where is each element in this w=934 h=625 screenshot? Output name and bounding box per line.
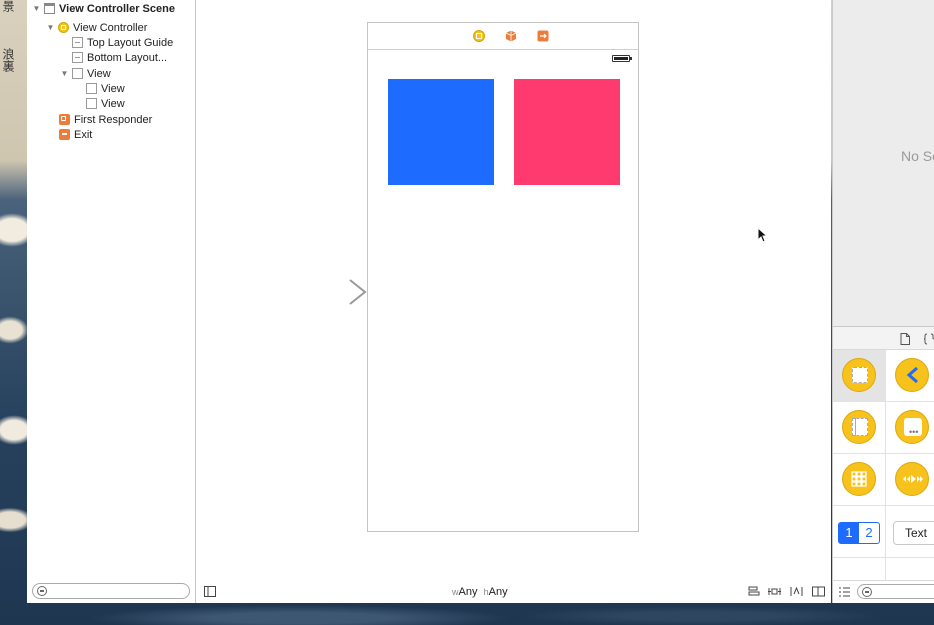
outline-label: Top Layout Guide: [87, 36, 174, 49]
toggle-outline-icon[interactable]: [204, 586, 216, 597]
view-controller-scene[interactable]: [367, 22, 639, 532]
view-controller-icon: [842, 358, 876, 392]
grid-controller-icon: [842, 462, 876, 496]
disclosure-triangle-icon[interactable]: ▼: [46, 23, 55, 32]
layout-guide-icon: [72, 37, 83, 48]
exit-icon[interactable]: [537, 30, 549, 42]
library-item-partial[interactable]: [833, 558, 886, 580]
library-item-grid-controller[interactable]: [833, 454, 886, 506]
library-item-av-player-controller[interactable]: [886, 454, 934, 506]
blue-subview[interactable]: [388, 79, 494, 185]
library-item-partial[interactable]: [886, 558, 934, 580]
outline-row-subview-1[interactable]: View: [86, 81, 125, 96]
outline-row-subview-2[interactable]: View: [86, 96, 125, 111]
outline-row-view-controller[interactable]: ▼ View Controller: [46, 20, 148, 35]
outline-label: First Responder: [74, 113, 153, 126]
inspector-panel: No Selection: [832, 0, 934, 326]
outline-row-exit[interactable]: Exit: [59, 127, 92, 142]
pin-icon[interactable]: [768, 586, 781, 597]
outline-label: View Controller: [73, 21, 148, 34]
outline-row-top-layout-guide[interactable]: Top Layout Guide: [72, 35, 173, 50]
exit-icon: [59, 129, 70, 140]
align-icon[interactable]: [748, 586, 760, 597]
outline-row-scene[interactable]: ▼ View Controller Scene: [32, 1, 175, 16]
outline-label: Bottom Layout...: [87, 51, 168, 64]
code-snippet-icon[interactable]: [923, 333, 934, 345]
library-tab-bar: [832, 326, 934, 350]
width-class: Any: [458, 586, 478, 598]
initial-view-controller-arrow[interactable]: [286, 278, 368, 306]
layout-guide-icon: [72, 52, 83, 63]
text-field-sample: Text: [893, 521, 934, 545]
segment-second: 2: [865, 525, 873, 540]
view-icon: [86, 83, 97, 94]
battery-icon: [612, 55, 632, 62]
scene-dock: [368, 23, 638, 50]
outline-filter-field[interactable]: [32, 583, 190, 599]
library-item-segmented-control[interactable]: 1 2: [833, 506, 886, 558]
scene-icon: [44, 3, 55, 14]
size-class-selector[interactable]: wAny hAny: [452, 586, 508, 598]
media-player-icon: [895, 462, 929, 496]
mouse-cursor-icon: [757, 227, 769, 243]
library-item-view-controller[interactable]: [833, 350, 886, 402]
library-item-collection-view-controller[interactable]: •••: [886, 402, 934, 454]
resolve-issues-icon[interactable]: [790, 586, 803, 597]
first-responder-icon[interactable]: [505, 30, 517, 42]
view-controller-icon[interactable]: [473, 30, 485, 42]
library-item-navigation-controller[interactable]: [886, 350, 934, 402]
view-icon: [72, 68, 83, 79]
first-responder-icon: [59, 114, 70, 125]
list-view-icon[interactable]: [839, 587, 850, 597]
canvas-bottom-bar: wAny hAny: [196, 582, 831, 603]
library-item-table-view-controller[interactable]: [833, 402, 886, 454]
outline-row-bottom-layout-guide[interactable]: Bottom Layout...: [72, 50, 167, 65]
library-filter-bar: [832, 580, 934, 603]
library-item-text-field[interactable]: Text: [886, 506, 934, 558]
document-outline: ▼ View Controller Scene ▼ View Controlle…: [27, 0, 196, 603]
disclosure-triangle-icon[interactable]: ▼: [32, 4, 41, 13]
outline-label: View: [101, 97, 125, 110]
resizing-behavior-icon[interactable]: [812, 586, 825, 597]
height-class: Any: [488, 586, 508, 598]
pink-subview[interactable]: [514, 79, 620, 185]
outline-row-first-responder[interactable]: First Responder: [59, 112, 152, 127]
disclosure-triangle-icon[interactable]: ▼: [60, 69, 69, 78]
filter-icon: [37, 586, 47, 596]
outline-label: Exit: [74, 128, 93, 141]
outline-row-view[interactable]: ▼ View: [60, 66, 111, 81]
object-library: ••• 1 2 Text: [832, 350, 934, 580]
library-filter-field[interactable]: [857, 584, 934, 599]
table-view-controller-icon: [842, 410, 876, 444]
wallpaper-calligraphy-mid: 浪裏: [1, 48, 15, 72]
segment-first: 1: [839, 523, 859, 543]
outline-label: View: [101, 82, 125, 95]
view-icon: [86, 98, 97, 109]
view-controller-icon: [58, 22, 69, 33]
navigation-controller-icon: [895, 358, 929, 392]
filter-icon: [862, 587, 872, 597]
outline-label: View Controller Scene: [59, 2, 175, 15]
outline-label: View: [87, 67, 111, 80]
no-selection-label: No Selection: [901, 148, 934, 164]
collection-view-controller-icon: •••: [895, 410, 929, 444]
file-template-icon[interactable]: [900, 333, 910, 345]
wallpaper-calligraphy-top: 景: [1, 0, 15, 12]
segmented-control: 1 2: [838, 522, 880, 544]
